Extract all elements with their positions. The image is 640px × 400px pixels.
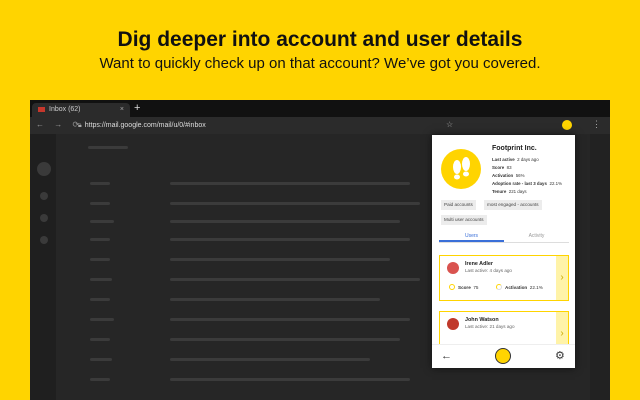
- user-name: Irene Adler: [465, 261, 493, 267]
- gmail-row: [170, 378, 410, 381]
- gmail-row: [170, 298, 380, 301]
- sidebar-icon: [40, 192, 48, 200]
- gmail-row: [170, 258, 390, 261]
- gear-icon[interactable]: ⚙: [555, 349, 565, 362]
- stat-last-active: Last active 2 days ago: [492, 157, 539, 162]
- nav-buttons[interactable]: ← → ⟳: [36, 120, 83, 129]
- stat-tenure: Tenure 221 days: [492, 189, 527, 194]
- gmail-row: [90, 238, 110, 241]
- gmail-row: [170, 358, 370, 361]
- gmail-row: [170, 220, 400, 223]
- active-tab-indicator: [439, 240, 504, 242]
- activation-ring-icon: [496, 284, 502, 290]
- gmail-row: [170, 338, 400, 341]
- gmail-row: [170, 318, 410, 321]
- stat-activation: Activation 56%: [492, 173, 525, 178]
- gmail-row: [90, 202, 110, 205]
- sidebar-icon: [40, 214, 48, 222]
- tab-bar: Inbox (62) × +: [30, 100, 610, 117]
- bookmark-star-icon[interactable]: ☆: [446, 120, 453, 129]
- user-name: John Watson: [465, 317, 499, 323]
- close-tab-icon[interactable]: ×: [120, 103, 124, 117]
- gmail-sidebar: [30, 134, 56, 400]
- panel-tabs: Users Activity: [439, 230, 569, 243]
- lock-icon: 🔒︎: [78, 122, 82, 129]
- user-activation: Activation 22.1%: [505, 285, 543, 290]
- account-name: Footprint Inc.: [492, 145, 537, 152]
- back-arrow-icon[interactable]: ←: [441, 350, 452, 362]
- panel-footer: ← ⚙: [432, 344, 575, 368]
- user-score: Score 75: [458, 285, 479, 290]
- gmail-row: [90, 258, 110, 261]
- user-card[interactable]: Irene Adler Last active: 4 days ago Scor…: [439, 255, 569, 301]
- gmail-row: [170, 238, 410, 241]
- browser-toolbar: ← → ⟳ 🔒︎ https://mail.google.com/mail/u/0…: [30, 117, 610, 134]
- compose-icon: [37, 162, 51, 176]
- footprint-logo-icon: [441, 149, 481, 189]
- address-bar[interactable]: 🔒︎ https://mail.google.com/mail/u/0/#inbo…: [78, 120, 458, 131]
- stat-score: Score 83: [492, 165, 512, 170]
- gmail-row: [90, 338, 110, 341]
- extension-icon[interactable]: [562, 120, 572, 130]
- tab-activity[interactable]: Activity: [504, 233, 569, 239]
- gmail-row: [90, 220, 114, 223]
- gmail-row: [90, 318, 114, 321]
- gmail-row: [88, 146, 128, 149]
- tab-inbox[interactable]: Inbox (62) ×: [32, 103, 130, 117]
- stat-adoption-rate: Adoption rate - last 3 days 22.1%: [492, 181, 562, 186]
- gmail-row: [90, 278, 112, 281]
- subline: Want to quickly check up on that account…: [99, 55, 541, 72]
- gmail-row: [90, 378, 110, 381]
- browser-menu-icon[interactable]: ⋮: [592, 119, 601, 130]
- gmail-row: [170, 278, 420, 281]
- segment-tag[interactable]: Multi user accounts: [441, 215, 487, 225]
- mascot-logo-icon[interactable]: [495, 348, 511, 364]
- gmail-row: [90, 358, 112, 361]
- tab-users[interactable]: Users: [439, 233, 504, 239]
- user-last-active: Last active: 4 days ago: [465, 268, 512, 273]
- url-text: https://mail.google.com/mail/u/0/#inbox: [84, 122, 206, 129]
- gmail-row: [170, 182, 410, 185]
- tab-title: Inbox (62): [49, 106, 81, 113]
- footprints-icon: [453, 157, 470, 180]
- avatar: [447, 262, 459, 274]
- gmail-row: [90, 298, 110, 301]
- segment-tag[interactable]: most engaged - accounts: [484, 200, 542, 210]
- user-last-active: Last active: 21 days ago: [465, 324, 515, 329]
- gmail-icon: [38, 106, 45, 112]
- avatar: [447, 318, 459, 330]
- extension-panel: Footprint Inc. Last active 2 days ago Sc…: [432, 135, 575, 368]
- headline: Dig deeper into account and user details: [117, 28, 523, 51]
- score-ring-icon: [449, 284, 455, 290]
- new-tab-button[interactable]: +: [134, 102, 140, 114]
- segment-tag[interactable]: Paid accounts: [441, 200, 476, 210]
- chevron-right-icon[interactable]: ›: [556, 256, 568, 300]
- gmail-right-rail: [590, 134, 610, 400]
- sidebar-icon: [40, 236, 48, 244]
- gmail-row: [170, 202, 420, 205]
- gmail-row: [90, 182, 110, 185]
